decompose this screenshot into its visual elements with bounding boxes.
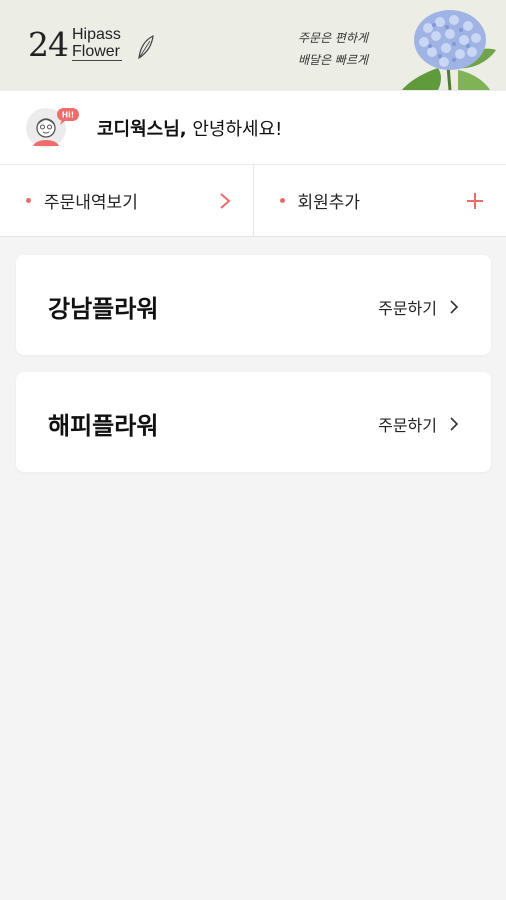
greeting-text: 코디웍스님, 안녕하세요!: [97, 115, 282, 141]
plus-icon: [467, 193, 483, 209]
header-slogan: 주문은 편하게 배달은 빠르게: [298, 27, 368, 71]
greeting-message: 안녕하세요!: [186, 119, 283, 140]
order-history-button[interactable]: 주문내역보기: [0, 165, 253, 236]
bullet-dot: [26, 198, 31, 203]
logo-word-2: Flower: [72, 42, 123, 62]
store-name: 강남플라워: [48, 295, 159, 323]
order-label: 주문하기: [378, 416, 437, 435]
leaf-icon: [138, 34, 154, 60]
order-history-label: 주문내역보기: [44, 193, 138, 213]
avatar[interactable]: Hi!: [24, 104, 82, 150]
order-button[interactable]: 주문하기: [378, 412, 459, 436]
add-member-button[interactable]: 회원추가: [252, 165, 506, 236]
slogan-line-2: 배달은 빠르게: [298, 53, 369, 67]
store-card[interactable]: 해피플라워 주문하기: [16, 372, 491, 472]
chevron-right-icon: [450, 300, 459, 314]
app-logo[interactable]: 24 Hipass Flower: [28, 20, 123, 68]
app-header: 24 Hipass Flower 주문은 편하게 배달은 빠르게: [0, 0, 506, 91]
chevron-right-icon: [219, 193, 231, 209]
greeting-bar: Hi! 코디웍스님, 안녕하세요!: [0, 91, 506, 165]
store-name: 해피플라워: [48, 412, 159, 440]
avatar-badge-text: Hi!: [62, 111, 74, 120]
logo-text: Hipass Flower: [72, 25, 123, 62]
slogan-line-1: 주문은 편하게: [298, 31, 369, 45]
logo-word-1: Hipass: [72, 25, 121, 43]
logo-number: 24: [28, 24, 69, 64]
user-name: 코디웍스님,: [97, 119, 187, 140]
order-button[interactable]: 주문하기: [378, 295, 459, 319]
store-card[interactable]: 강남플라워 주문하기: [16, 255, 491, 355]
quick-actions: 주문내역보기 회원추가: [0, 165, 506, 237]
order-label: 주문하기: [378, 299, 437, 318]
add-member-label: 회원추가: [297, 193, 361, 213]
hydrangea-illustration: [402, 10, 496, 91]
bullet-dot: [279, 198, 285, 203]
chevron-right-icon: [450, 417, 459, 431]
